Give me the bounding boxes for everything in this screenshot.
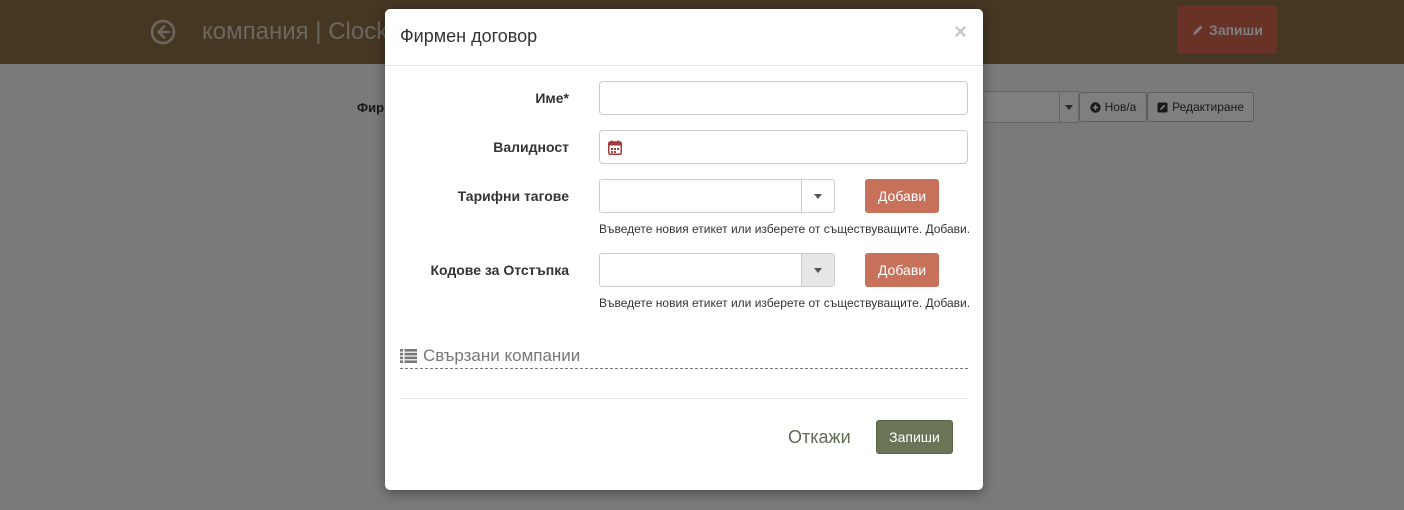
chevron-down-icon[interactable] (801, 180, 834, 212)
list-icon (400, 349, 417, 363)
name-input[interactable] (599, 81, 968, 115)
tariff-tags-label: Тарифни тагове (457, 188, 569, 204)
linked-companies-header[interactable]: Свързани компании (400, 344, 968, 369)
discount-codes-label: Кодове за Отстъпка (430, 262, 569, 278)
discount-codes-help: Въведете новия етикет или изберете от съ… (599, 296, 971, 310)
cancel-button[interactable]: Откажи (788, 427, 851, 448)
validity-input[interactable] (599, 130, 968, 164)
name-label: Име* (535, 90, 569, 106)
modal-title: Фирмен договор (400, 26, 538, 46)
tariff-tags-select[interactable] (599, 179, 835, 213)
tariff-tags-help: Въведете новия етикет или изберете от съ… (599, 222, 971, 236)
add-tariff-tag-button[interactable]: Добави (865, 179, 939, 213)
footer-divider (400, 398, 968, 399)
discount-codes-select[interactable] (599, 253, 835, 287)
chevron-down-icon[interactable] (801, 254, 834, 286)
linked-companies-title: Свързани компании (423, 346, 581, 365)
contract-modal: Фирмен договор × Име* Валидност Тарифни … (385, 9, 983, 490)
close-icon[interactable]: × (954, 21, 967, 43)
modal-header: Фирмен договор × (385, 9, 983, 66)
calendar-icon[interactable] (608, 140, 622, 155)
save-button[interactable]: Запиши (876, 420, 953, 454)
validity-label: Валидност (493, 139, 569, 155)
add-discount-code-button[interactable]: Добави (865, 253, 939, 287)
